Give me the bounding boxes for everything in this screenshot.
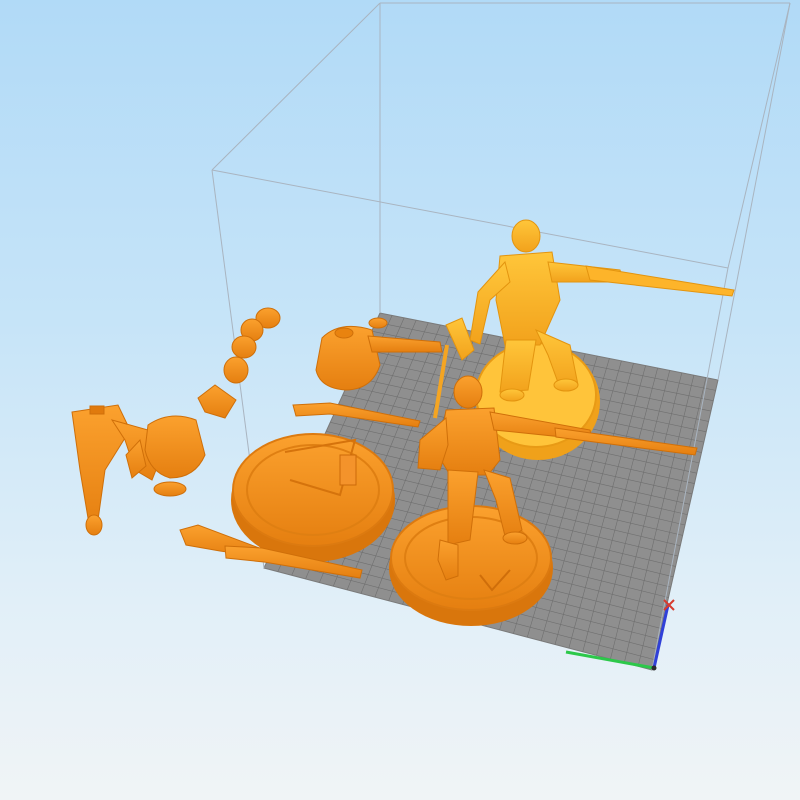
- 3d-viewport[interactable]: [0, 0, 800, 800]
- scene-canvas[interactable]: [0, 0, 800, 800]
- axis-origin: [651, 665, 657, 671]
- round-base-left[interactable]: [231, 433, 395, 562]
- heads-set[interactable]: [223, 307, 281, 384]
